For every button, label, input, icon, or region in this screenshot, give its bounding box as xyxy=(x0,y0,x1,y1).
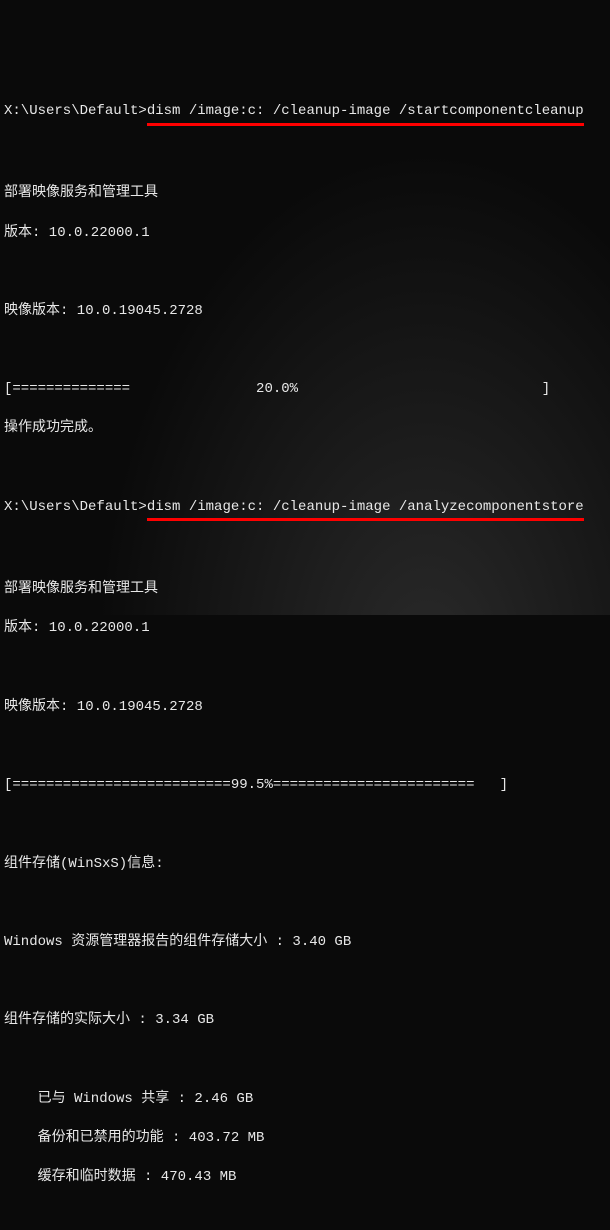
blank xyxy=(4,263,606,283)
command-1: dism /image:c: /cleanup-image /startcomp… xyxy=(147,102,584,126)
blank xyxy=(4,341,606,361)
tool-version-2: 版本: 10.0.22000.1 xyxy=(4,619,606,639)
blank xyxy=(4,459,606,479)
prompt-2: X:\Users\Default> xyxy=(4,499,147,515)
success-1: 操作成功完成。 xyxy=(4,419,606,439)
blank xyxy=(4,145,606,165)
reported-size: Windows 资源管理器报告的组件存储大小 : 3.40 GB xyxy=(4,933,606,953)
command-2: dism /image:c: /cleanup-image /analyzeco… xyxy=(147,498,584,522)
cmd-line-1: X:\Users\Default>dism /image:c: /cleanup… xyxy=(4,102,606,126)
blank xyxy=(4,541,606,561)
blank xyxy=(4,894,606,914)
blank xyxy=(4,659,606,679)
blank xyxy=(4,1207,606,1227)
blank xyxy=(4,1050,606,1070)
tool-title-2: 部署映像服务和管理工具 xyxy=(4,580,606,600)
progress-bar-1: [============== 20.0% ] xyxy=(4,380,606,400)
prompt-1: X:\Users\Default> xyxy=(4,103,147,119)
cache-size: 缓存和临时数据 : 470.43 MB xyxy=(4,1168,606,1188)
progress-bar-2: [==========================99.5%========… xyxy=(4,776,606,796)
image-version-2: 映像版本: 10.0.19045.2728 xyxy=(4,698,606,718)
shared-size: 已与 Windows 共享 : 2.46 GB xyxy=(4,1090,606,1110)
blank xyxy=(4,972,606,992)
image-version-1: 映像版本: 10.0.19045.2728 xyxy=(4,302,606,322)
tool-version-1: 版本: 10.0.22000.1 xyxy=(4,224,606,244)
backup-size: 备份和已禁用的功能 : 403.72 MB xyxy=(4,1129,606,1149)
cmd-line-2: X:\Users\Default>dism /image:c: /cleanup… xyxy=(4,498,606,522)
blank xyxy=(4,737,606,757)
store-header: 组件存储(WinSxS)信息: xyxy=(4,855,606,875)
blank xyxy=(4,815,606,835)
tool-title-1: 部署映像服务和管理工具 xyxy=(4,184,606,204)
actual-size: 组件存储的实际大小 : 3.34 GB xyxy=(4,1011,606,1031)
